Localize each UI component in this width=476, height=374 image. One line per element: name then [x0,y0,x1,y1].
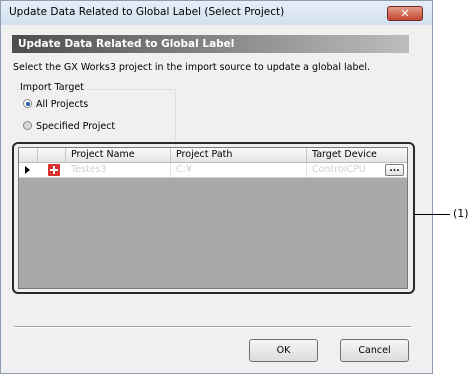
divider [14,326,411,328]
callout-highlight-frame [12,142,415,294]
radio-specified-project[interactable]: Specified Project [23,121,115,132]
import-target-label: Import Target [20,82,87,93]
close-icon: ✕ [400,7,410,20]
ok-button[interactable]: OK [249,339,318,362]
title-bar[interactable]: Update Data Related to Global Label (Sel… [1,1,432,25]
window-title: Update Data Related to Global Label (Sel… [9,6,285,18]
radio-all-projects-label: All Projects [36,99,89,110]
cancel-button[interactable]: Cancel [340,339,409,362]
description-text: Select the GX Works3 project in the impo… [13,62,371,73]
callout-label: (1) [453,207,469,220]
close-button[interactable]: ✕ [387,6,423,21]
callout-line [414,214,450,215]
section-banner: Update Data Related to Global Label [12,35,409,53]
radio-button-unchecked[interactable] [23,121,32,130]
radio-all-projects[interactable]: All Projects [23,99,88,110]
radio-button-checked[interactable] [23,99,32,108]
dialog-window: Update Data Related to Global Label (Sel… [0,0,433,374]
radio-specified-project-label: Specified Project [36,121,116,132]
